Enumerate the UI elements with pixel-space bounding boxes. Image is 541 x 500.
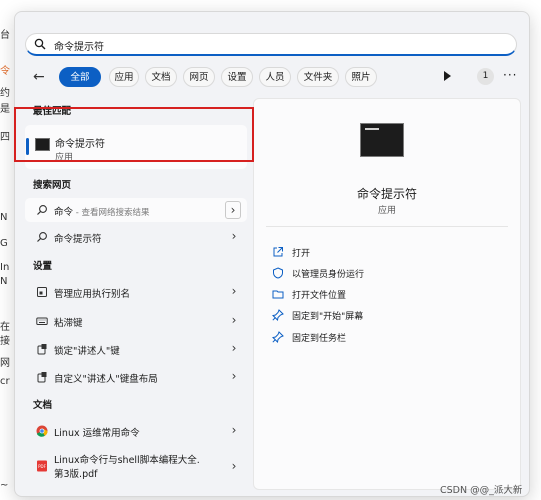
settings-item-label: 自定义"讲述人"键盘布局 bbox=[54, 374, 158, 385]
web-result-hint: - 查看网络搜索结果 bbox=[73, 208, 150, 218]
chevron-right-icon[interactable]: › bbox=[225, 201, 241, 219]
keyboard-icon bbox=[36, 317, 48, 325]
narrator-icon bbox=[37, 344, 47, 355]
chevron-right-icon[interactable]: › bbox=[227, 312, 241, 328]
document-item[interactable]: PDF Linux命令行与shell脚本编程大全. 第3版.pdf › bbox=[25, 450, 247, 482]
web-search-icon bbox=[37, 232, 47, 242]
action-pin-to-taskbar[interactable]: 固定到任务栏 bbox=[272, 330, 502, 346]
background-bottom-text: ~ bbox=[0, 480, 9, 491]
pdf-icon: PDF bbox=[37, 460, 47, 472]
filter-folders[interactable]: 文件夹 bbox=[297, 67, 339, 87]
filter-apps[interactable]: 应用 bbox=[109, 67, 139, 87]
run-as-admin-icon bbox=[273, 267, 283, 279]
divider bbox=[266, 226, 508, 227]
document-item-label-line2: 第3版.pdf bbox=[54, 469, 98, 480]
documents-heading: 文档 bbox=[33, 400, 53, 411]
web-result-item[interactable]: 命令 - 查看网络搜索结果 › bbox=[25, 198, 247, 222]
pin-icon bbox=[272, 331, 284, 343]
filter-all[interactable]: 全部 bbox=[59, 67, 101, 87]
folder-icon bbox=[272, 290, 284, 299]
settings-item[interactable]: 粘滞键 › bbox=[25, 309, 247, 333]
action-open[interactable]: 打开 bbox=[272, 245, 502, 261]
web-search-heading: 搜索网页 bbox=[33, 180, 72, 191]
chevron-right-icon[interactable]: › bbox=[227, 458, 241, 474]
pin-icon bbox=[272, 309, 284, 321]
start-search-panel: 命令提示符 ← 全部 应用 文档 网页 设置 人员 文件夹 照片 1 ··· 最… bbox=[14, 11, 530, 497]
chevron-right-icon[interactable]: › bbox=[227, 422, 241, 438]
svg-text:PDF: PDF bbox=[38, 464, 46, 469]
settings-item[interactable]: 锁定"讲述人"键 › bbox=[25, 337, 247, 361]
settings-item-label: 管理应用执行别名 bbox=[54, 289, 131, 300]
chrome-icon bbox=[36, 425, 48, 437]
action-open-file-location[interactable]: 打开文件位置 bbox=[272, 287, 502, 303]
settings-item[interactable]: 管理应用执行别名 › bbox=[25, 280, 247, 304]
filter-photos[interactable]: 照片 bbox=[345, 67, 377, 87]
document-item[interactable]: Linux 运维常用命令 › bbox=[25, 419, 247, 443]
play-icon[interactable] bbox=[444, 71, 451, 81]
background-left-text: 台 令 约 是 四 N G In N 在 接 网 cr bbox=[0, 30, 10, 387]
preview-pane: 命令提示符 应用 打开 以管理员身份运行 打开文件位置 固定到"开始"屏幕 固定… bbox=[253, 98, 521, 490]
search-box[interactable]: 命令提示符 bbox=[25, 33, 517, 56]
document-item-label: Linux命令行与shell脚本编程大全. bbox=[54, 455, 200, 466]
settings-heading: 设置 bbox=[33, 261, 53, 272]
back-arrow-icon[interactable]: ← bbox=[33, 70, 49, 86]
settings-item-label: 锁定"讲述人"键 bbox=[54, 346, 120, 357]
filter-people[interactable]: 人员 bbox=[259, 67, 291, 87]
open-icon bbox=[273, 247, 283, 257]
settings-item-label: 粘滞键 bbox=[54, 318, 83, 329]
more-options-button[interactable]: ··· bbox=[503, 68, 517, 82]
filter-settings[interactable]: 设置 bbox=[221, 67, 253, 87]
action-run-as-admin[interactable]: 以管理员身份运行 bbox=[272, 266, 502, 282]
command-prompt-icon bbox=[360, 123, 404, 157]
watermark: CSDN @@_派大新 bbox=[440, 485, 523, 496]
settings-item[interactable]: 自定义"讲述人"键盘布局 › bbox=[25, 365, 247, 389]
notification-badge[interactable]: 1 bbox=[477, 68, 494, 85]
preview-subtitle: 应用 bbox=[377, 206, 396, 216]
highlight-annotation-box bbox=[14, 107, 254, 162]
chevron-right-icon[interactable]: › bbox=[227, 340, 241, 356]
filter-documents[interactable]: 文档 bbox=[145, 67, 177, 87]
filter-bar: ← 全部 应用 文档 网页 设置 人员 文件夹 照片 1 ··· bbox=[29, 66, 521, 90]
app-alias-icon bbox=[37, 287, 47, 297]
web-search-icon bbox=[37, 205, 47, 215]
preview-title: 命令提示符 bbox=[356, 187, 417, 201]
search-icon bbox=[34, 38, 46, 50]
narrator-icon bbox=[37, 372, 47, 383]
web-result-item[interactable]: 命令提示符 › bbox=[25, 225, 247, 249]
web-result-label: 命令提示符 bbox=[54, 234, 102, 245]
document-item-label: Linux 运维常用命令 bbox=[54, 428, 140, 439]
web-result-label: 命令 - 查看网络搜索结果 bbox=[54, 207, 150, 218]
chevron-right-icon[interactable]: › bbox=[227, 228, 241, 244]
search-input[interactable]: 命令提示符 bbox=[54, 38, 104, 53]
chevron-right-icon[interactable]: › bbox=[227, 283, 241, 299]
action-pin-to-start[interactable]: 固定到"开始"屏幕 bbox=[272, 308, 502, 324]
filter-web[interactable]: 网页 bbox=[183, 67, 215, 87]
background-top-text bbox=[0, 0, 541, 6]
chevron-right-icon[interactable]: › bbox=[227, 368, 241, 384]
